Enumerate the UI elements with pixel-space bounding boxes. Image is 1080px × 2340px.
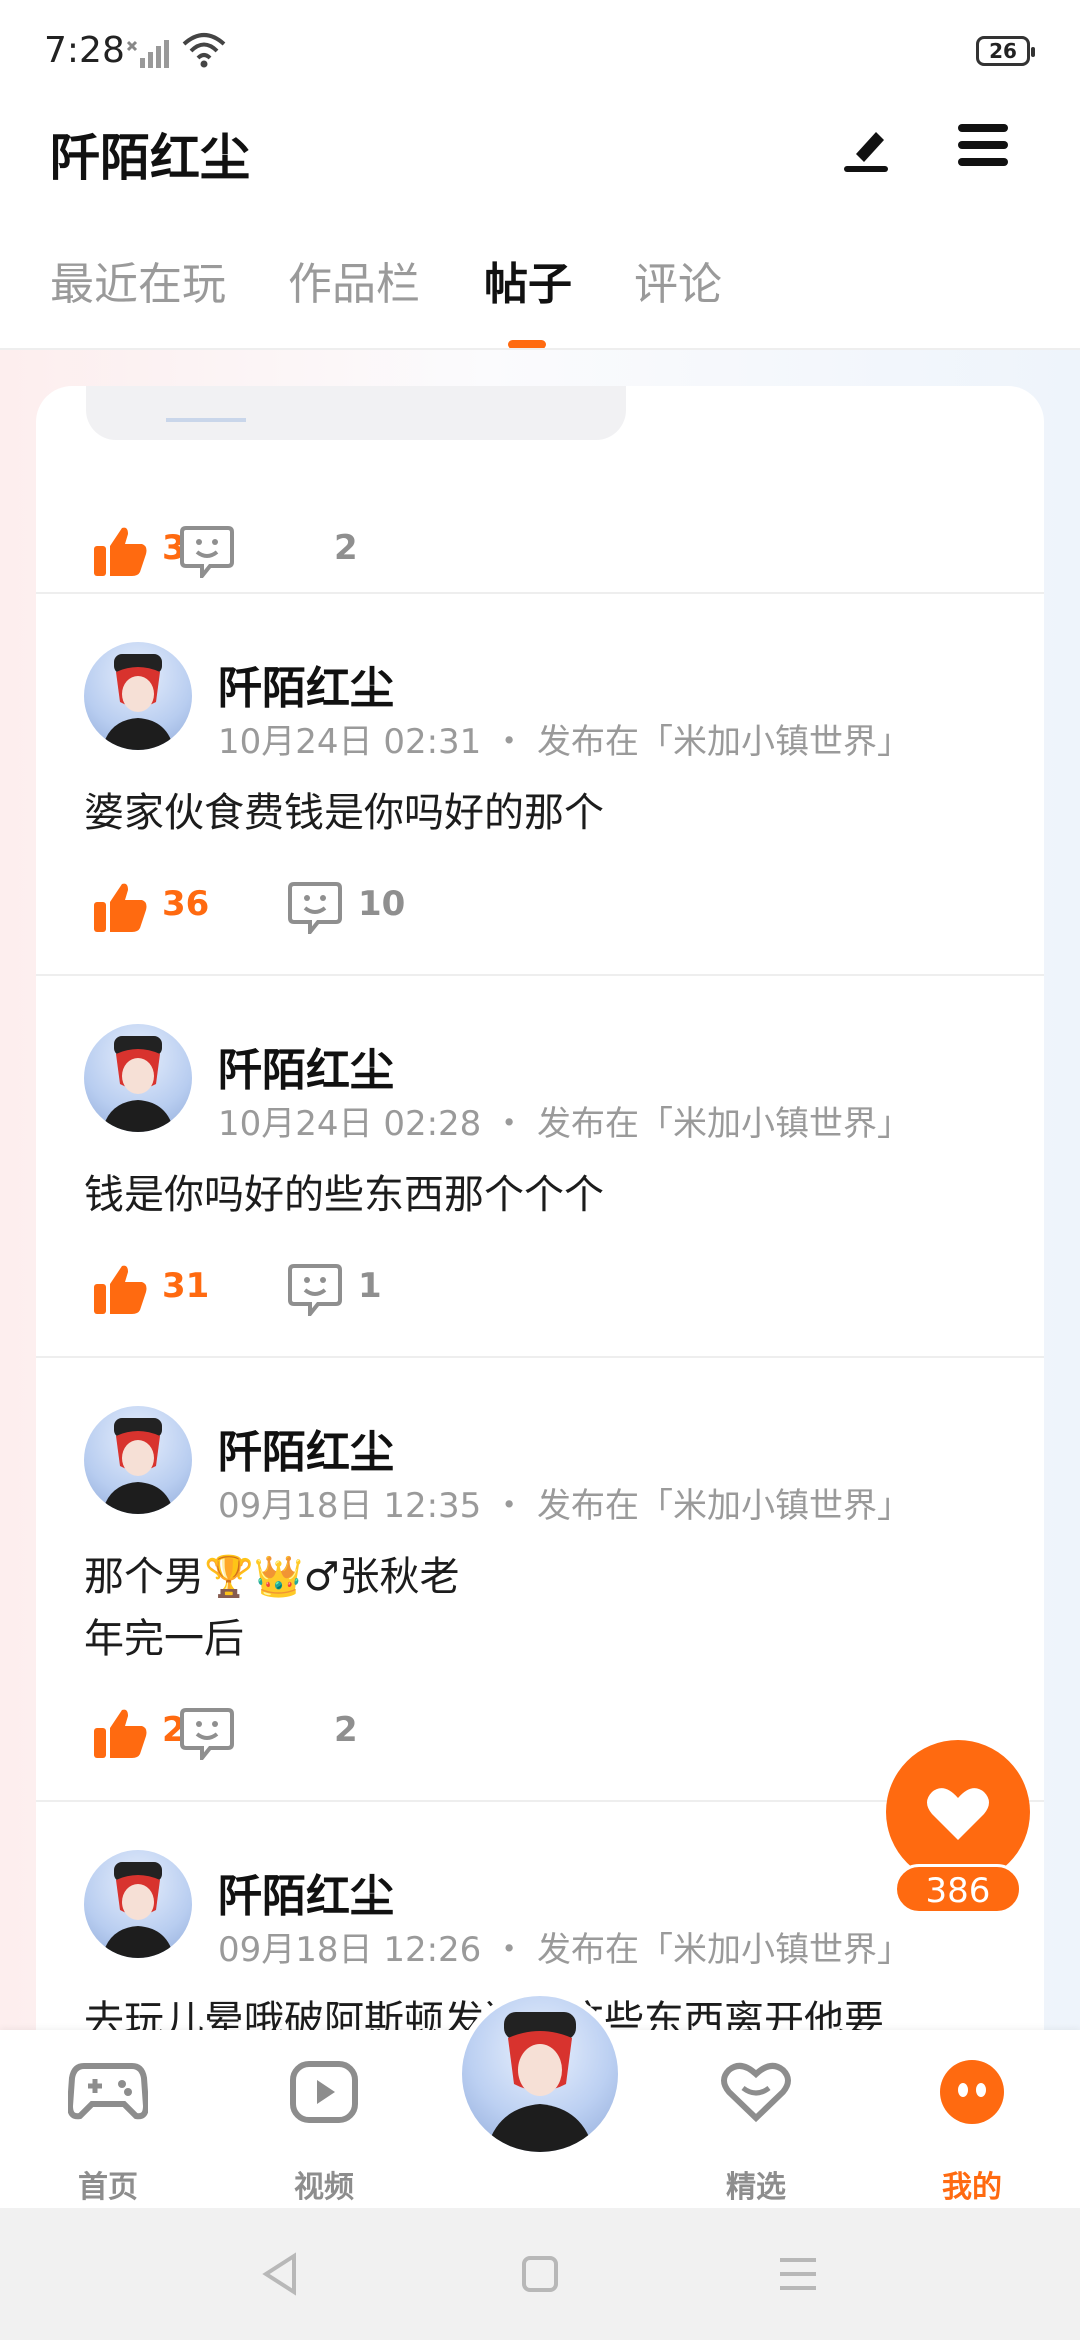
like-count: 31 <box>162 1266 210 1306</box>
nav-label: 首页 <box>78 2170 138 2205</box>
comment-icon[interactable] <box>180 524 234 578</box>
battery-indicator: 26 <box>976 36 1035 66</box>
post-location[interactable]: 发布在「米加小镇世界」 <box>537 722 911 762</box>
floating-like-button[interactable] <box>886 1740 1030 1884</box>
post-meta: 09月18日 12:26 ・ 发布在「米加小镇世界」 <box>218 1922 911 1971</box>
status-bar: 7:28 26 <box>0 0 1080 100</box>
post-meta: 09月18日 12:35 ・ 发布在「米加小镇世界」 <box>218 1478 911 1527</box>
avatar <box>486 2012 594 2152</box>
post-item[interactable]: 阡陌红尘 10月24日 02:28 ・ 发布在「米加小镇世界」 钱是你吗好的些东… <box>36 1024 1044 1324</box>
status-time: 7:28 <box>44 30 125 71</box>
post-date: 09月18日 12:26 <box>218 1930 482 1970</box>
signal-icon <box>126 40 169 68</box>
video-play-icon <box>290 2061 358 2123</box>
post-meta: 10月24日 02:31 ・ 发布在「米加小镇世界」 <box>218 714 911 763</box>
post-meta: 10月24日 02:28 ・ 发布在「米加小镇世界」 <box>218 1096 911 1145</box>
post-item[interactable]: 阡陌红尘 09月18日 12:35 ・ 发布在「米加小镇世界」 那个男🏆👑♂张秋… <box>36 1406 1044 1766</box>
post-text[interactable]: 钱是你吗好的些东西那个个个 <box>84 1164 604 1226</box>
post-author[interactable]: 阡陌红尘 <box>218 1860 394 1924</box>
edit-icon[interactable] <box>836 118 896 178</box>
comment-count: 1 <box>358 1266 382 1306</box>
page-title: 阡陌红尘 <box>50 129 250 187</box>
avatar[interactable] <box>84 1406 192 1514</box>
post-text-line: 婆家伙食费钱是你吗好的那个 <box>84 790 604 836</box>
thumbs-up-icon[interactable] <box>92 880 150 934</box>
tab-bar: 最近在玩 作品栏 帖子 评论 <box>0 248 1080 348</box>
recents-icon[interactable] <box>778 2254 818 2294</box>
post-author[interactable]: 阡陌红尘 <box>218 1034 394 1098</box>
home-icon[interactable] <box>520 2254 560 2294</box>
thumbs-up-icon[interactable] <box>92 1706 150 1760</box>
post-item[interactable]: 阡陌红尘 10月24日 02:31 ・ 发布在「米加小镇世界」 婆家伙食费钱是你… <box>36 642 1044 942</box>
floating-like-count: 386 <box>894 1864 1022 1914</box>
avatar[interactable] <box>84 1850 192 1958</box>
meta-separator: ・ <box>492 1104 527 1144</box>
divider <box>36 592 1044 594</box>
avatar[interactable] <box>84 1024 192 1132</box>
thumbs-up-icon[interactable] <box>92 524 150 578</box>
post-date: 10月24日 02:28 <box>218 1104 482 1144</box>
heart-icon <box>927 1788 989 1840</box>
nav-label: 视频 <box>294 2170 354 2205</box>
post-stats: 36 10 <box>36 878 936 938</box>
comment-icon[interactable] <box>180 1706 234 1760</box>
like-count: 36 <box>162 884 210 924</box>
center-avatar-button[interactable] <box>456 1990 624 2158</box>
post-author[interactable]: 阡陌红尘 <box>218 652 394 716</box>
comment-icon[interactable] <box>288 880 342 934</box>
comment-count: 2 <box>334 528 358 568</box>
comment-icon[interactable] <box>288 1262 342 1316</box>
comment-count: 2 <box>334 1710 358 1750</box>
nav-label: 精选 <box>726 2170 786 2205</box>
post-text-line: 钱是你吗好的些东西那个个个 <box>84 1172 604 1218</box>
tab-works[interactable]: 作品栏 <box>288 248 420 312</box>
system-navigation-bar <box>0 2208 1080 2340</box>
menu-icon[interactable] <box>958 124 1008 174</box>
divider <box>36 1356 1044 1358</box>
tab-posts[interactable]: 帖子 <box>484 248 572 312</box>
post-location[interactable]: 发布在「米加小镇世界」 <box>537 1486 911 1526</box>
meta-separator: ・ <box>492 1930 527 1970</box>
post-stats: 31 1 <box>36 1260 936 1320</box>
nav-label: 我的 <box>942 2170 1002 2205</box>
post-text-line: 那个男🏆👑♂张秋老 <box>84 1554 460 1600</box>
divider <box>36 974 1044 976</box>
back-icon[interactable] <box>260 2252 300 2296</box>
tab-comments[interactable]: 评论 <box>634 248 722 312</box>
meta-separator: ・ <box>492 722 527 762</box>
tab-recently-played[interactable]: 最近在玩 <box>50 248 226 312</box>
thumbs-up-icon[interactable] <box>92 1262 150 1316</box>
profile-face-icon <box>940 2060 1004 2124</box>
avatar[interactable] <box>84 642 192 750</box>
post-stats: 3 2 <box>36 522 936 582</box>
post-date: 09月18日 12:35 <box>218 1486 482 1526</box>
meta-separator: ・ <box>492 1486 527 1526</box>
comment-count: 10 <box>358 884 406 924</box>
post-location[interactable]: 发布在「米加小镇世界」 <box>537 1104 911 1144</box>
post-text[interactable]: 那个男🏆👑♂张秋老 年完一后 <box>84 1546 459 1670</box>
post-location[interactable]: 发布在「米加小镇世界」 <box>537 1930 911 1970</box>
previous-post-attachment[interactable] <box>86 386 626 440</box>
post-stats: 2 2 <box>36 1704 936 1764</box>
gamepad-icon <box>68 2063 148 2120</box>
wifi-icon <box>182 33 226 68</box>
post-text[interactable]: 婆家伙食费钱是你吗好的那个 <box>84 782 604 844</box>
post-date: 10月24日 02:31 <box>218 722 482 762</box>
heart-smile-icon <box>721 2062 791 2123</box>
post-text-line: 年完一后 <box>84 1616 244 1662</box>
post-author[interactable]: 阡陌红尘 <box>218 1416 394 1480</box>
battery-level: 26 <box>989 39 1017 63</box>
